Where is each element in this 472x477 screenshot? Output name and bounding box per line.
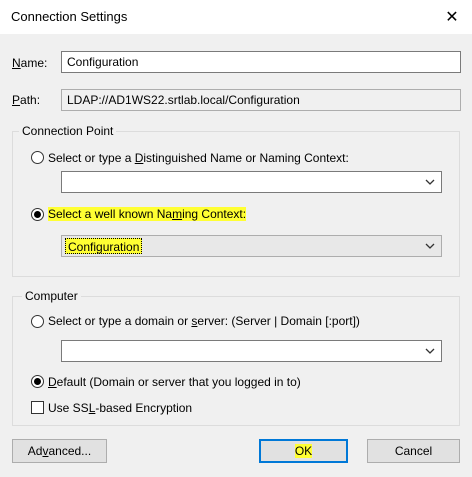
cancel-button[interactable]: Cancel — [367, 439, 460, 463]
advanced-button[interactable]: Ad v anced... — [12, 439, 107, 463]
title-bar: Connection Settings ✕ — [0, 0, 472, 34]
well-known-context-radio[interactable] — [31, 208, 44, 221]
ssl-checkbox-label[interactable]: Use SSL-based Encryption — [48, 401, 192, 415]
well-known-context-combo[interactable]: Configuration — [61, 235, 442, 257]
ssl-checkbox[interactable] — [31, 401, 44, 414]
domain-server-combo[interactable] — [61, 340, 442, 362]
well-known-context-combo-value: Configuration — [65, 238, 143, 254]
connection-point-legend: Connection Point — [19, 124, 117, 138]
ok-button-label: OK — [294, 444, 313, 458]
distinguished-name-combo[interactable] — [61, 171, 442, 193]
name-field[interactable]: Configuration — [61, 51, 461, 73]
default-server-radio[interactable] — [31, 375, 44, 388]
default-server-radio-label[interactable]: Default (Domain or server that you logge… — [48, 375, 301, 389]
distinguished-name-radio-label[interactable]: Select or type a Distinguished Name or N… — [48, 151, 349, 165]
window-title: Connection Settings — [11, 9, 128, 24]
well-known-context-radio-label[interactable]: Select a well known Naming Context: — [48, 207, 247, 221]
close-icon[interactable]: ✕ — [432, 0, 472, 34]
path-field: LDAP://AD1WS22.srtlab.local/Configuratio… — [61, 89, 461, 111]
computer-legend: Computer — [22, 289, 81, 303]
chevron-down-icon[interactable] — [423, 344, 437, 358]
path-label: Path: — [12, 93, 41, 107]
distinguished-name-radio[interactable] — [31, 151, 44, 164]
name-label: Name: — [12, 56, 48, 70]
chevron-down-icon[interactable] — [423, 175, 437, 189]
domain-server-radio[interactable] — [31, 315, 44, 328]
ok-button[interactable]: OK — [259, 439, 348, 463]
domain-server-radio-label[interactable]: Select or type a domain or server: (Serv… — [48, 314, 360, 328]
chevron-down-icon[interactable] — [423, 239, 437, 253]
